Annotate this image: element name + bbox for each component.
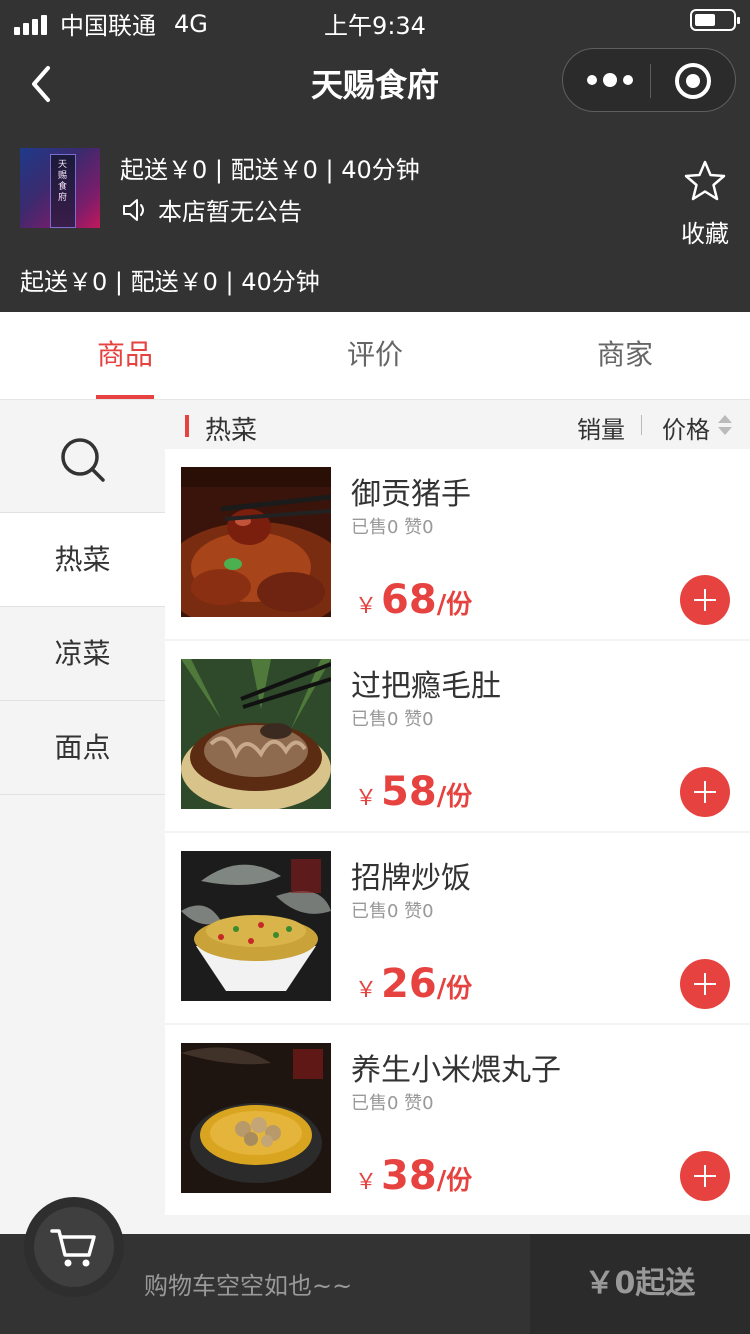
shop-header: 天赐食府 起送￥0 | 配送￥0 | 40分钟 本店暂无公告 收藏 起送￥0 |…: [0, 128, 750, 312]
cart-icon: [50, 1229, 96, 1267]
dish-sales-meta: 已售0 赞0: [351, 1093, 434, 1114]
category-marker: [185, 415, 189, 437]
add-to-cart-button[interactable]: [680, 1151, 730, 1201]
dish-price: ￥ 68/份: [355, 577, 472, 623]
sidebar-item-pastry[interactable]: 面点: [0, 701, 165, 795]
clock: 上午9:34: [324, 12, 426, 40]
nav-bar: 天赐食府: [0, 40, 750, 128]
dish-image: [181, 1043, 331, 1193]
currency-symbol: ￥: [355, 786, 378, 811]
list-item[interactable]: 招牌炒饭 已售0 赞0 ￥ 26/份: [165, 833, 750, 1025]
star-icon: [684, 160, 726, 201]
dish-sales-meta: 已售0 赞0: [351, 901, 434, 922]
sidebar-item-cold-dishes[interactable]: 凉菜: [0, 607, 165, 701]
dish-name: 养生小米煨丸子: [351, 1053, 561, 1088]
currency-symbol: ￥: [355, 1170, 378, 1195]
price-value: 26: [381, 961, 437, 1007]
dish-price: ￥ 58/份: [355, 769, 472, 815]
capsule-divider: [650, 64, 651, 98]
search-icon: [61, 438, 105, 482]
price-value: 58: [381, 769, 437, 815]
add-to-cart-button[interactable]: [680, 959, 730, 1009]
tab-goods[interactable]: 商品: [0, 312, 250, 399]
delivery-info: 起送￥0 | 配送￥0 | 40分钟: [120, 156, 420, 184]
dish-name: 招牌炒饭: [351, 861, 471, 896]
category-title: 热菜: [205, 416, 258, 446]
shop-logo: 天赐食府: [20, 148, 100, 228]
add-to-cart-button[interactable]: [680, 767, 730, 817]
dish-image: [181, 467, 331, 617]
favorite-label[interactable]: 收藏: [676, 214, 734, 249]
target-icon[interactable]: [675, 63, 711, 99]
status-bar: 中国联通 4G 上午9:34: [0, 0, 750, 40]
price-value: 38: [381, 1153, 437, 1199]
category-header: 热菜 销量 价格: [165, 401, 750, 449]
list-item[interactable]: 养生小米煨丸子 已售0 赞0 ￥ 38/份: [165, 1025, 750, 1217]
tab-reviews[interactable]: 评价: [250, 312, 500, 399]
dish-image: [181, 659, 331, 809]
sort-by-price[interactable]: 价格: [662, 410, 710, 445]
battery-icon: [690, 9, 740, 31]
sort-by-sales[interactable]: 销量: [577, 410, 625, 445]
price-value: 68: [381, 577, 437, 623]
delivery-info-secondary: 起送￥0 | 配送￥0 | 40分钟: [20, 268, 320, 296]
shop-notice: 本店暂无公告: [120, 192, 302, 227]
cart-empty-text: 购物车空空如也~~: [144, 1272, 353, 1300]
dish-name: 御贡猪手: [351, 477, 471, 512]
category-sidebar: 热菜 凉菜 面点: [0, 401, 165, 1234]
dish-image: [181, 851, 331, 1001]
speaker-icon: [123, 198, 144, 221]
tab-merchant[interactable]: 商家: [500, 312, 750, 399]
more-dots-icon[interactable]: [587, 73, 639, 87]
currency-symbol: ￥: [355, 594, 378, 619]
add-to-cart-button[interactable]: [680, 575, 730, 625]
sort-arrows-icon[interactable]: [717, 413, 733, 437]
price-unit: /份: [436, 590, 473, 620]
miniprogram-capsule: [562, 48, 736, 112]
cart-button[interactable]: [24, 1197, 124, 1297]
shop-sign-text: 天赐食府: [58, 160, 68, 203]
list-item[interactable]: 御贡猪手 已售0 赞0 ￥ 68/份: [165, 449, 750, 641]
currency-symbol: ￥: [355, 978, 378, 1003]
tab-bar: 商品 评价 商家: [0, 312, 750, 400]
favorite-button[interactable]: [680, 158, 730, 208]
search-button[interactable]: [0, 401, 165, 513]
notice-text: 本店暂无公告: [158, 198, 302, 226]
goods-list: 热菜 销量 价格 御贡猪手 已售0 赞0 ￥ 68/份 过把瘾毛肚 已售0 赞0…: [165, 401, 750, 1234]
list-item[interactable]: 过把瘾毛肚 已售0 赞0 ￥ 58/份: [165, 641, 750, 833]
dish-name: 过把瘾毛肚: [351, 669, 501, 704]
dish-price: ￥ 38/份: [355, 1153, 472, 1199]
sort-divider: [641, 415, 642, 435]
price-unit: /份: [436, 974, 473, 1004]
dish-price: ￥ 26/份: [355, 961, 472, 1007]
dish-sales-meta: 已售0 赞0: [351, 709, 434, 730]
price-unit: /份: [436, 782, 473, 812]
checkout-button[interactable]: ￥0起送: [530, 1234, 750, 1334]
sidebar-item-hot-dishes[interactable]: 热菜: [0, 513, 165, 607]
dish-sales-meta: 已售0 赞0: [351, 517, 434, 538]
price-unit: /份: [436, 1166, 473, 1196]
